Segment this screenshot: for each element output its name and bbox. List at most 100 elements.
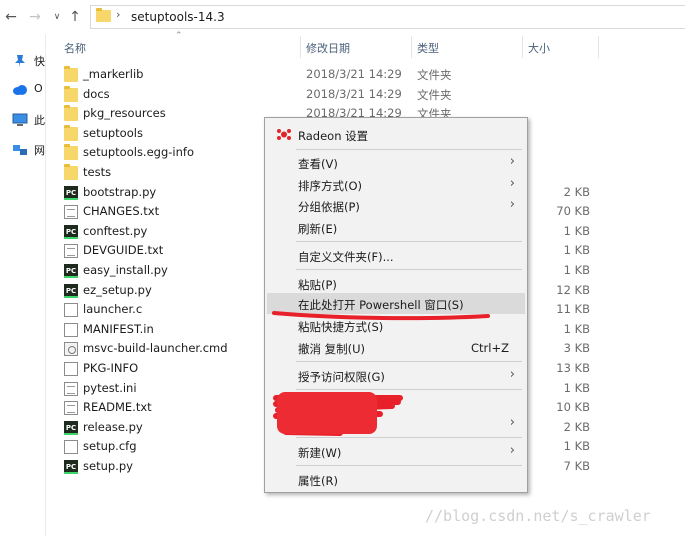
menu-item-undo-copy[interactable]: 撤消 复制(U) Ctrl+Z — [267, 337, 525, 358]
file-name: pytest.ini — [83, 380, 137, 395]
file-size: 3 KB — [563, 341, 590, 356]
cloud-icon — [13, 85, 27, 95]
arrow-right-icon: → — [29, 9, 41, 25]
file-row[interactable]: docs 2018/3/21 14:29 文件夹 — [60, 85, 620, 105]
forward-button[interactable]: → — [26, 7, 44, 27]
menu-item-view[interactable]: 查看(V) › — [267, 152, 525, 173]
menu-item-properties[interactable]: 属性(R) — [267, 469, 525, 490]
file-name: DEVGUIDE.txt — [83, 243, 164, 258]
file-name: setuptools — [83, 125, 143, 140]
chevron-right-icon: › — [509, 367, 515, 382]
folder-icon — [64, 164, 78, 180]
column-divider[interactable] — [522, 36, 523, 58]
chevron-right-icon: › — [116, 8, 121, 21]
folder-icon — [96, 8, 111, 22]
menu-item-customize-folder[interactable]: 自定义文件夹(F)... — [267, 245, 525, 266]
file-name: tests — [83, 165, 112, 179]
menu-item-paste-shortcut[interactable]: 粘贴快捷方式(S) — [267, 315, 525, 336]
file-name: release.py — [83, 419, 143, 434]
menu-item-group[interactable]: 分组依据(P) › — [267, 195, 525, 216]
file-size: 11 KB — [556, 302, 590, 317]
menu-item-redacted-submenu[interactable]: › — [267, 413, 525, 434]
python-file-icon: PC — [64, 224, 78, 239]
menu-separator — [296, 465, 522, 466]
file-name: setuptools.egg-info — [83, 145, 194, 160]
text-file-icon — [64, 381, 78, 396]
menu-item-redacted[interactable] — [267, 393, 525, 414]
menu-separator — [296, 241, 522, 242]
python-file-icon: PC — [64, 420, 78, 435]
column-divider[interactable] — [300, 36, 301, 58]
file-size: 1 KB — [563, 243, 590, 258]
python-file-icon: PC — [64, 185, 78, 200]
file-name: ez_setup.py — [83, 282, 152, 297]
menu-item-refresh[interactable]: 刷新(E) — [267, 217, 525, 238]
file-row[interactable]: _markerlib 2018/3/21 14:29 文件夹 — [60, 65, 620, 85]
file-name: PKG-INFO — [83, 361, 139, 375]
computer-icon — [12, 113, 28, 126]
radeon-icon — [277, 129, 291, 140]
pin-icon — [15, 55, 25, 67]
file-icon — [64, 362, 78, 376]
network-icon — [13, 145, 27, 155]
menu-item-new[interactable]: 新建(W) › — [267, 441, 525, 462]
arrow-left-icon: ← — [5, 9, 17, 25]
file-name: pkg_resources — [83, 106, 166, 121]
file-name: CHANGES.txt — [83, 204, 160, 219]
recent-locations-button[interactable]: ∨ — [48, 7, 66, 27]
menu-item-paste[interactable]: 粘贴(P) — [267, 273, 525, 294]
file-type: 文件夹 — [417, 87, 452, 102]
file-name: msvc-build-launcher.cmd — [83, 341, 228, 356]
folder-icon — [64, 66, 78, 82]
file-name: README.txt — [83, 400, 152, 415]
file-size: 70 KB — [556, 204, 590, 219]
back-button[interactable]: ← — [2, 7, 20, 27]
address-path[interactable]: setuptools-14.3 — [131, 10, 225, 24]
file-name: easy_install.py — [83, 263, 168, 277]
file-name: setup.py — [83, 459, 133, 473]
context-menu: Radeon 设置 查看(V) › 排序方式(O) › 分组依据(P) › 刷新… — [264, 117, 528, 493]
chevron-right-icon: › — [509, 443, 515, 458]
column-header-size[interactable]: 大小 — [528, 40, 550, 64]
address-bar[interactable]: › setuptools-14.3 — [90, 5, 685, 29]
watermark: //blog.csdn.net/s_crawler — [425, 507, 651, 525]
file-name: setup.cfg — [83, 439, 137, 454]
file-icon — [64, 440, 78, 455]
navigation-bar: ← → ∨ ↑ › setuptools-14.3 — [0, 0, 685, 34]
python-file-icon: PC — [64, 460, 78, 474]
file-size: 2 KB — [563, 419, 590, 434]
column-header-type[interactable]: 类型 — [417, 40, 439, 64]
folder-icon — [64, 105, 78, 122]
column-divider[interactable] — [598, 36, 599, 58]
python-file-icon: PC — [64, 283, 78, 298]
folder-icon — [64, 144, 78, 161]
chevron-right-icon: › — [509, 197, 515, 212]
file-name: MANIFEST.in — [83, 321, 154, 336]
menu-separator — [296, 269, 522, 270]
file-size: 2 KB — [563, 184, 590, 199]
chevron-right-icon: › — [509, 154, 515, 169]
menu-item-radeon[interactable]: Radeon 设置 — [267, 124, 525, 145]
menu-item-open-powershell[interactable]: 在此处打开 Powershell 窗口(S) — [267, 293, 525, 314]
file-size: 7 KB — [563, 459, 590, 473]
python-file-icon: PC — [64, 264, 78, 278]
column-divider[interactable] — [411, 36, 412, 58]
text-file-icon — [64, 205, 78, 220]
menu-separator — [296, 437, 522, 438]
folder-icon — [64, 85, 78, 102]
text-file-icon — [64, 401, 78, 416]
column-header-date[interactable]: 修改日期 — [306, 40, 350, 64]
chevron-right-icon: › — [509, 415, 515, 430]
file-size: 1 KB — [563, 263, 590, 277]
script-file-icon — [64, 342, 78, 357]
chevron-right-icon: › — [509, 176, 515, 191]
file-date: 2018/3/21 14:29 — [306, 67, 402, 81]
shortcut-hint: Ctrl+Z — [471, 341, 509, 355]
chevron-down-icon: ∨ — [53, 12, 61, 22]
up-button[interactable]: ↑ — [66, 7, 84, 27]
menu-item-sort[interactable]: 排序方式(O) › — [267, 174, 525, 195]
file-icon — [64, 303, 78, 318]
column-header-name[interactable]: 名称 — [64, 40, 86, 64]
text-file-icon — [64, 244, 78, 259]
menu-item-give-access[interactable]: 授予访问权限(G) › — [267, 365, 525, 386]
